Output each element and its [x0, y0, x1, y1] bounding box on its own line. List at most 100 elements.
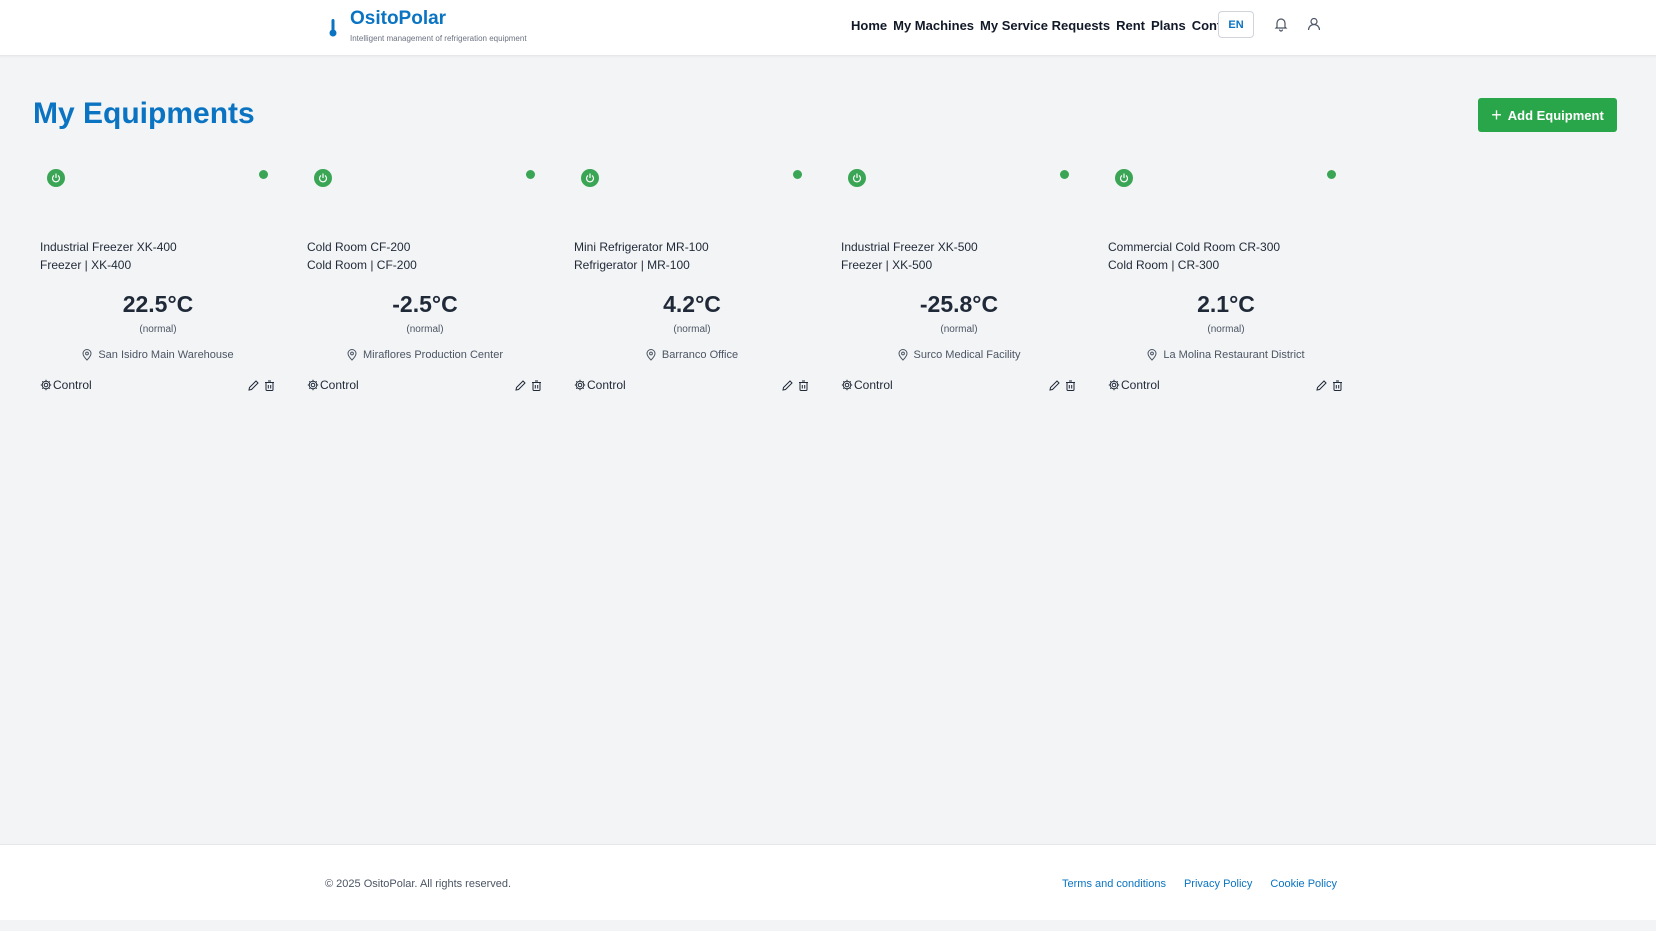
card-actions: [1048, 379, 1077, 392]
location-label: Surco Medical Facility: [913, 349, 1021, 361]
temperature-value: -25.8°C: [919, 291, 999, 317]
equipment-name: Industrial Freezer XK-400: [40, 240, 177, 254]
control-button[interactable]: Control: [841, 378, 893, 392]
equipment-card: Commercial Cold Room CR-300 Cold Room | …: [1108, 160, 1348, 400]
equipment-card: Mini Refrigerator MR-100 Refrigerator | …: [574, 160, 814, 400]
location-label: San Isidro Main Warehouse: [98, 349, 234, 361]
brand[interactable]: OsitoPolar Intelligent management of ref…: [326, 8, 527, 43]
copyright: © 2025 OsitoPolar. All rights reserved.: [325, 878, 512, 890]
terms-link[interactable]: Terms and conditions: [1062, 878, 1166, 890]
plus-icon: +: [1491, 105, 1502, 125]
control-label: Control: [587, 378, 626, 392]
equipment-name: Commercial Cold Room CR-300: [1108, 240, 1281, 254]
nav-my-service-requests[interactable]: My Service Requests: [980, 18, 1110, 34]
status-indicator: [526, 170, 535, 179]
power-icon: [51, 173, 61, 183]
trash-icon[interactable]: [263, 379, 276, 392]
card-actions: [781, 379, 810, 392]
location-label: La Molina Restaurant District: [1163, 349, 1305, 361]
language-button[interactable]: EN: [1218, 11, 1254, 38]
edit-icon[interactable]: [1315, 379, 1328, 392]
power-button[interactable]: [47, 169, 65, 187]
add-equipment-label: Add Equipment: [1507, 107, 1604, 123]
temperature-value: 4.2°C: [663, 291, 721, 317]
edit-icon[interactable]: [1048, 379, 1061, 392]
status-indicator: [1327, 170, 1336, 179]
equipment-type-model: Freezer | XK-500: [841, 258, 933, 272]
equipment-type-model: Cold Room | CF-200: [307, 258, 417, 272]
equipment-location: La Molina Restaurant District: [1108, 349, 1344, 361]
footer-links: Terms and conditions Privacy Policy Cook…: [1062, 878, 1337, 890]
power-icon: [318, 173, 328, 183]
status-indicator: [259, 170, 268, 179]
trash-icon[interactable]: [1331, 379, 1344, 392]
location-label: Miraflores Production Center: [362, 349, 503, 361]
main-nav: Home My Machines My Service Requests Ren…: [851, 18, 1240, 34]
equipment-location: Miraflores Production Center: [307, 349, 543, 361]
add-equipment-button[interactable]: + Add Equipment: [1478, 98, 1617, 132]
equipment-location: Barranco Office: [574, 349, 810, 361]
location-pin-icon: [347, 349, 357, 361]
control-button[interactable]: Control: [40, 378, 92, 392]
control-label: Control: [1121, 378, 1160, 392]
thermometer-icon: [329, 19, 337, 37]
nav-home[interactable]: Home: [851, 18, 887, 34]
control-label: Control: [53, 378, 92, 392]
gear-icon: [574, 379, 586, 391]
power-button[interactable]: [848, 169, 866, 187]
power-button[interactable]: [314, 169, 332, 187]
card-actions: [247, 379, 276, 392]
power-icon: [585, 173, 595, 183]
status-indicator: [1060, 170, 1069, 179]
power-button[interactable]: [581, 169, 599, 187]
location-pin-icon: [897, 349, 908, 361]
location-pin-icon: [82, 349, 92, 361]
nav-rent[interactable]: Rent: [1116, 18, 1145, 34]
control-button[interactable]: Control: [574, 378, 626, 392]
equipment-type-model: Freezer | XK-400: [40, 258, 132, 272]
footer: © 2025 OsitoPolar. All rights reserved. …: [0, 844, 1656, 920]
power-icon: [1119, 173, 1129, 183]
temperature-status: (normal): [406, 324, 444, 335]
control-button[interactable]: Control: [307, 378, 359, 392]
location-label: Barranco Office: [661, 349, 739, 361]
edit-icon[interactable]: [781, 379, 794, 392]
gear-icon: [841, 379, 853, 391]
gear-icon: [1108, 379, 1120, 391]
equipment-type-model: Refrigerator | MR-100: [574, 258, 690, 272]
temperature-value: -2.5°C: [392, 291, 458, 317]
power-icon: [852, 173, 862, 183]
brand-tagline: Intelligent management of refrigeration …: [350, 34, 527, 43]
cookie-policy-link[interactable]: Cookie Policy: [1270, 878, 1337, 890]
equipment-name: Industrial Freezer XK-500: [841, 240, 978, 254]
nav-plans[interactable]: Plans: [1151, 18, 1186, 34]
nav-my-machines[interactable]: My Machines: [893, 18, 974, 34]
power-button[interactable]: [1115, 169, 1133, 187]
user-icon[interactable]: [1306, 16, 1322, 32]
top-header: OsitoPolar Intelligent management of ref…: [0, 0, 1656, 56]
temperature-status: (normal): [139, 324, 177, 335]
edit-icon[interactable]: [514, 379, 527, 392]
control-label: Control: [854, 378, 893, 392]
equipment-name: Cold Room CF-200: [307, 240, 411, 254]
location-pin-icon: [646, 349, 656, 361]
trash-icon[interactable]: [1064, 379, 1077, 392]
edit-icon[interactable]: [247, 379, 260, 392]
page-title: My Equipments: [33, 97, 255, 130]
equipment-type-model: Cold Room | CR-300: [1108, 258, 1220, 272]
equipment-card: Cold Room CF-200 Cold Room | CF-200 -2.5…: [307, 160, 547, 400]
card-actions: [1315, 379, 1344, 392]
trash-icon[interactable]: [530, 379, 543, 392]
equipment-location: San Isidro Main Warehouse: [40, 349, 276, 361]
control-button[interactable]: Control: [1108, 378, 1160, 392]
status-indicator: [793, 170, 802, 179]
brand-name: OsitoPolar: [350, 8, 447, 29]
privacy-policy-link[interactable]: Privacy Policy: [1184, 878, 1252, 890]
control-label: Control: [320, 378, 359, 392]
equipment-card: Industrial Freezer XK-500 Freezer | XK-5…: [841, 160, 1081, 400]
equipment-location: Surco Medical Facility: [841, 349, 1077, 361]
trash-icon[interactable]: [797, 379, 810, 392]
temperature-value: 22.5°C: [122, 291, 194, 317]
temperature-status: (normal): [940, 324, 978, 335]
bell-icon[interactable]: [1273, 16, 1289, 32]
